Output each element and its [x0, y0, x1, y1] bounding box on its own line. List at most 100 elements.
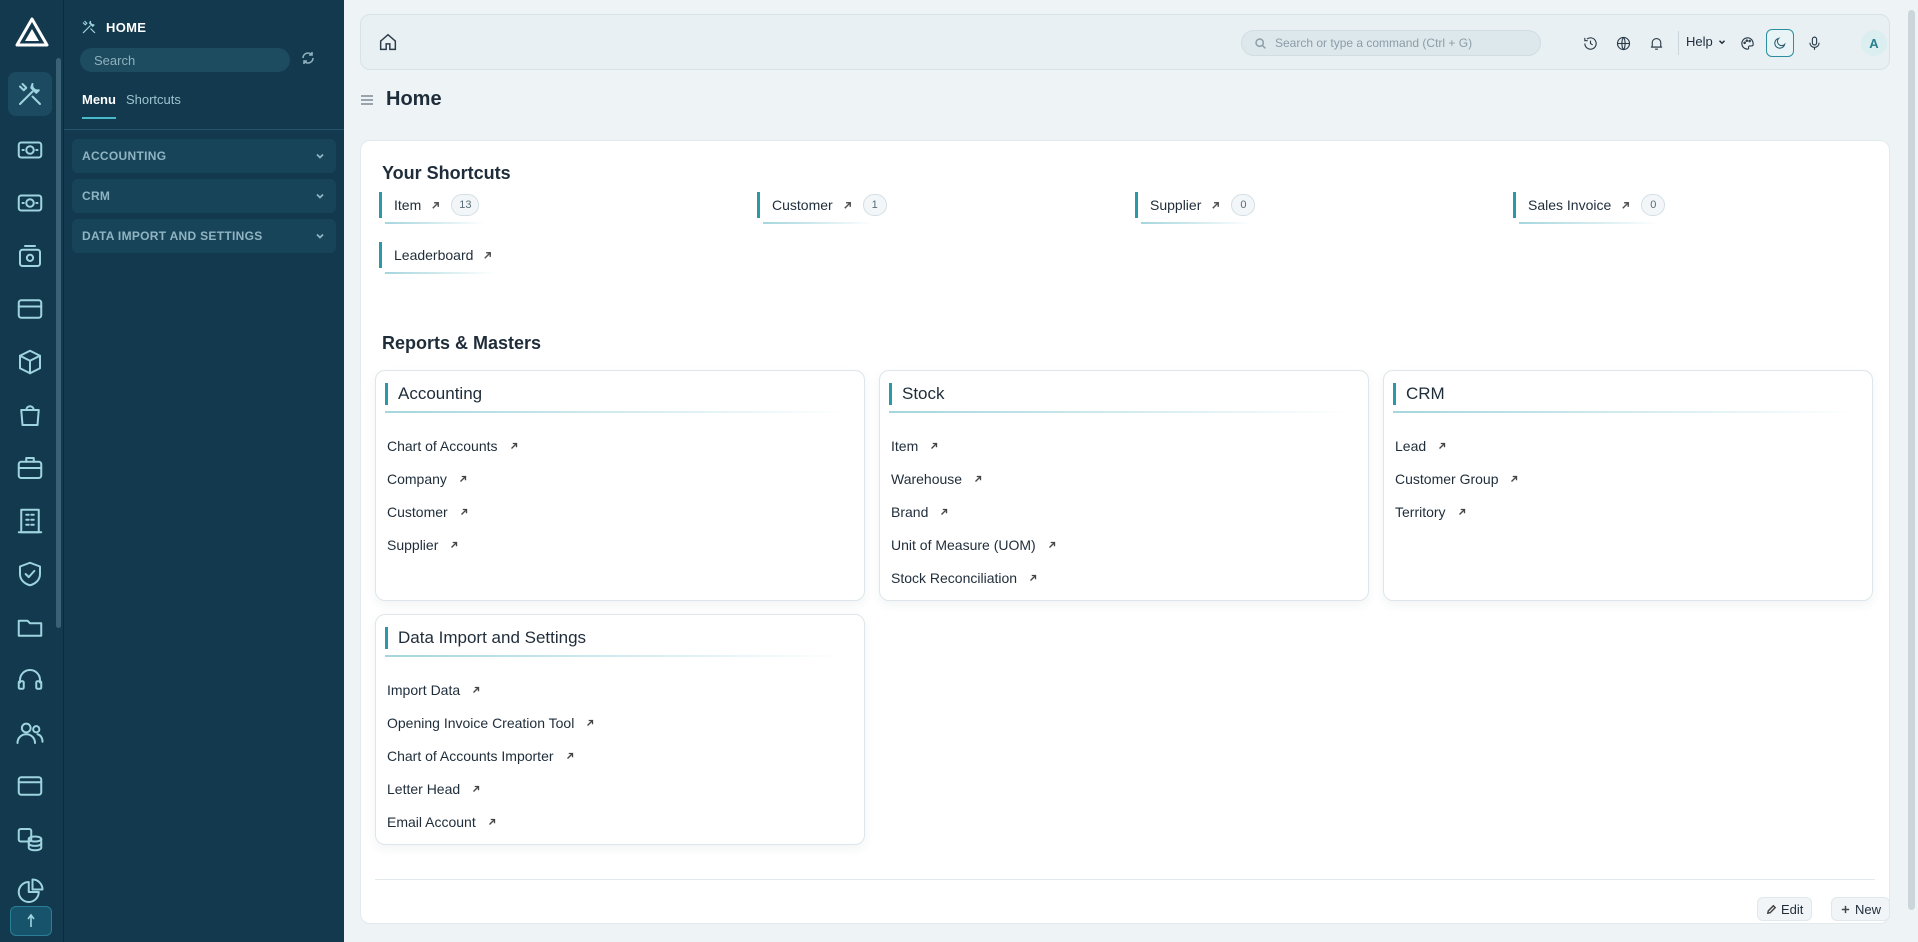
sidebar-group-crm[interactable]: CRM	[72, 179, 336, 213]
main-scrollbar[interactable]	[1908, 10, 1915, 910]
shortcut-leaderboard[interactable]: Leaderboard	[379, 242, 493, 268]
tab-shortcuts[interactable]: Shortcuts	[126, 92, 181, 119]
rail-building-icon[interactable]	[8, 499, 52, 543]
link-unit-of-measure[interactable]: Unit of Measure (UOM)	[891, 528, 1057, 561]
arrow-up-right-icon	[484, 251, 492, 259]
link-warehouse[interactable]: Warehouse	[891, 462, 1057, 495]
arrow-up-right-icon	[566, 752, 573, 759]
toolbar-separator	[1678, 31, 1679, 55]
new-label: New	[1855, 901, 1882, 917]
rail-folder-icon[interactable]	[8, 605, 52, 649]
shortcut-supplier[interactable]: Supplier 0	[1135, 192, 1256, 218]
arrow-up-right-icon	[1439, 442, 1446, 449]
rail-box-icon[interactable]	[8, 340, 52, 384]
link-label: Chart of Accounts	[387, 437, 498, 454]
search-icon	[1255, 37, 1266, 49]
link-import-data[interactable]: Import Data	[387, 673, 595, 706]
command-search[interactable]	[1241, 30, 1541, 56]
shortcut-customer[interactable]: Customer 1	[757, 192, 887, 218]
rail-scrollbar[interactable]	[56, 58, 61, 628]
shortcut-label: Customer	[772, 197, 833, 213]
edit-label: Edit	[1781, 901, 1804, 917]
link-item[interactable]: Item	[891, 429, 1057, 462]
sidebar-group-label: CRM	[82, 189, 111, 203]
command-search-input[interactable]	[1275, 36, 1525, 50]
chevron-down-icon	[316, 193, 324, 199]
card-crm: CRM Lead Customer Group Territory	[1383, 370, 1873, 601]
link-label: Stock Reconciliation	[891, 569, 1018, 586]
edit-button[interactable]: Edit	[1757, 897, 1813, 921]
rail-shopping-bag-icon[interactable]	[8, 393, 52, 437]
shortcut-underline	[763, 222, 873, 224]
rail-card-icon[interactable]	[8, 287, 52, 331]
globe-icon	[1616, 36, 1630, 50]
rail-browser-window-icon[interactable]	[8, 764, 52, 808]
shortcut-item[interactable]: Item 13	[379, 192, 480, 218]
chevron-down-icon	[316, 233, 324, 239]
top-navbar: Help A	[360, 14, 1890, 70]
link-company[interactable]: Company	[387, 462, 519, 495]
shortcut-count-badge: 1	[862, 194, 887, 216]
arrow-up-right-icon	[931, 442, 938, 449]
history-button[interactable]	[1578, 31, 1602, 55]
link-letter-head[interactable]: Letter Head	[387, 772, 595, 805]
link-territory[interactable]: Territory	[1395, 495, 1519, 528]
rail-database-icon[interactable]	[8, 817, 52, 861]
app-logo[interactable]	[14, 16, 50, 48]
link-stock-reconciliation[interactable]: Stock Reconciliation	[891, 561, 1057, 594]
link-email-account[interactable]: Email Account	[387, 805, 595, 838]
menu-toggle-icon[interactable]	[360, 93, 374, 107]
sidebar-search-input[interactable]	[80, 48, 290, 72]
card-links: Item Warehouse Brand Unit of Measure (UO…	[891, 429, 1057, 594]
link-label: Customer Group	[1395, 470, 1499, 487]
rail-money-eye-icon[interactable]	[8, 181, 52, 225]
refresh-button[interactable]	[300, 50, 320, 70]
arrow-up-right-icon	[1212, 201, 1220, 209]
rail-briefcase-icon[interactable]	[8, 446, 52, 490]
link-label: Lead	[1395, 437, 1427, 454]
sidebar-group-data-import[interactable]: DATA IMPORT AND SETTINGS	[72, 219, 336, 253]
new-button[interactable]: New	[1831, 897, 1891, 921]
shortcut-label: Sales Invoice	[1528, 197, 1612, 213]
link-chart-of-accounts[interactable]: Chart of Accounts	[387, 429, 519, 462]
voice-input-button[interactable]	[1802, 31, 1826, 55]
tools-icon	[82, 20, 96, 34]
link-label: Customer	[387, 503, 448, 520]
rail-money-eye-icon[interactable]	[8, 128, 52, 172]
page-header: Home	[360, 88, 442, 111]
language-button[interactable]	[1611, 31, 1635, 55]
help-dropdown[interactable]: Help	[1686, 34, 1727, 49]
theme-palette-button[interactable]	[1735, 31, 1759, 55]
rail-home-tools-icon[interactable]	[8, 72, 52, 116]
link-brand[interactable]: Brand	[891, 495, 1057, 528]
link-supplier[interactable]: Supplier	[387, 528, 519, 561]
link-label: Company	[387, 470, 447, 487]
link-opening-invoice-tool[interactable]: Opening Invoice Creation Tool	[387, 706, 595, 739]
shortcut-underline	[385, 222, 485, 224]
page-title: Home	[386, 88, 442, 110]
rail-headset-icon[interactable]	[8, 658, 52, 702]
sidebar-group-label: DATA IMPORT AND SETTINGS	[82, 229, 263, 243]
tab-menu[interactable]: Menu	[82, 92, 116, 119]
user-avatar[interactable]: A	[1861, 30, 1887, 56]
card-links: Chart of Accounts Company Customer Suppl…	[387, 429, 519, 561]
workspace-content: Your Shortcuts Item 13 Customer 1 Suppli…	[360, 140, 1891, 924]
arrow-up-right-icon	[975, 475, 982, 482]
shortcut-sales-invoice[interactable]: Sales Invoice 0	[1513, 192, 1666, 218]
link-lead[interactable]: Lead	[1395, 429, 1519, 462]
rail-shield-check-icon[interactable]	[8, 552, 52, 596]
sidebar-group-label: ACCOUNTING	[82, 149, 167, 163]
rail-users-icon[interactable]	[8, 711, 52, 755]
notifications-button[interactable]	[1644, 31, 1668, 55]
rail-cash-register-icon[interactable]	[8, 234, 52, 278]
pin-button[interactable]	[10, 906, 52, 936]
link-customer-group[interactable]: Customer Group	[1395, 462, 1519, 495]
home-button[interactable]	[377, 31, 401, 55]
dark-mode-toggle[interactable]	[1766, 29, 1794, 57]
link-label: Brand	[891, 503, 929, 520]
sidebar-header: HOME	[80, 18, 146, 36]
link-chart-of-accounts-importer[interactable]: Chart of Accounts Importer	[387, 739, 595, 772]
sidebar-group-accounting[interactable]: ACCOUNTING	[72, 139, 336, 173]
link-customer[interactable]: Customer	[387, 495, 519, 528]
microphone-icon	[1808, 36, 1820, 50]
